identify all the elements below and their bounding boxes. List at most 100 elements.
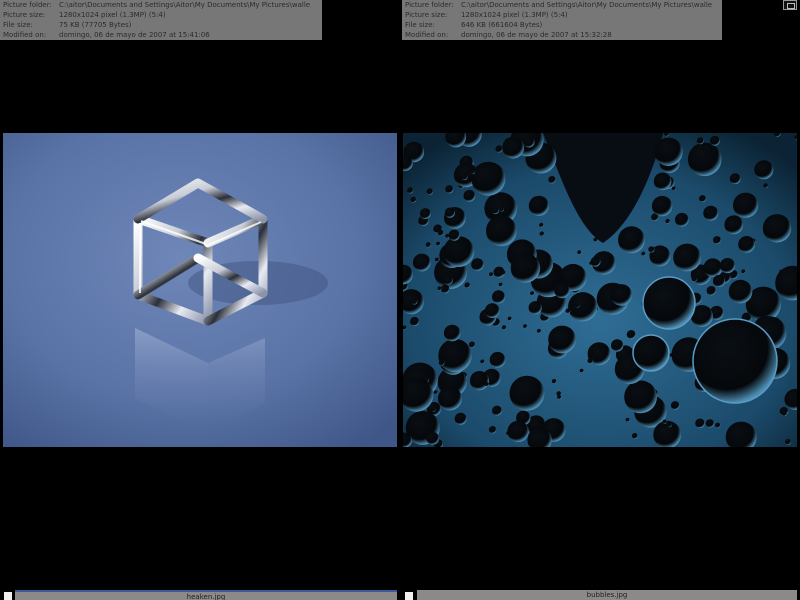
bubble <box>568 292 598 322</box>
bubble <box>471 170 475 175</box>
bubble <box>548 176 556 184</box>
bubble <box>641 251 646 256</box>
bubble <box>484 382 489 387</box>
bubble <box>763 183 769 189</box>
bubble <box>665 218 670 224</box>
bubble <box>499 206 504 212</box>
bubble <box>471 161 506 196</box>
bubble <box>654 137 683 166</box>
picture-cube[interactable] <box>3 133 397 447</box>
bubble <box>443 275 453 285</box>
bubble <box>705 419 715 428</box>
info-row: Picture folder: C:\aitor\Documents and S… <box>405 0 722 10</box>
bubble <box>762 214 792 243</box>
select-box-right[interactable] <box>405 592 413 600</box>
bubble <box>437 286 442 291</box>
info-row: Picture size: 1280x1024 pixel (1.3MP) (5… <box>405 10 722 20</box>
bubble <box>651 195 673 217</box>
bubble <box>738 236 755 253</box>
bubble <box>625 417 630 422</box>
bubble <box>510 253 541 283</box>
bubble <box>489 272 494 277</box>
bubble <box>712 274 726 288</box>
bubble <box>699 195 707 203</box>
bubble <box>662 419 667 424</box>
bubble <box>509 375 545 411</box>
bubble <box>438 359 445 366</box>
bubble <box>696 137 704 145</box>
caption-left[interactable]: heaken.jpg <box>15 590 397 600</box>
bubble <box>433 390 438 395</box>
info-label: Picture size: <box>3 11 46 19</box>
bubble <box>536 328 542 334</box>
bubble <box>464 282 471 288</box>
bubble <box>670 401 680 410</box>
caption-right[interactable]: bubbles.jpg <box>417 590 797 600</box>
window-restore-icon[interactable] <box>783 0 797 10</box>
info-value: domingo, 06 de mayo de 2007 at 15:32:28 <box>461 31 612 39</box>
bubble <box>501 270 506 275</box>
bubble <box>565 308 571 314</box>
info-panel-left: Picture folder: C:\aitor\Documents and S… <box>0 0 322 40</box>
bubble <box>410 196 417 203</box>
bubble <box>671 186 676 191</box>
bubble <box>501 325 507 330</box>
bubble <box>469 371 490 391</box>
bubble <box>715 422 721 428</box>
info-value: C:\aitor\Documents and Settings\Aitor\My… <box>461 1 713 9</box>
bubble <box>420 208 431 219</box>
bubble <box>673 243 701 272</box>
cube-image <box>3 133 397 447</box>
bubble <box>695 418 705 429</box>
bubble <box>436 241 441 246</box>
bubble <box>709 135 720 146</box>
bubble <box>425 242 431 248</box>
bubble <box>412 253 431 272</box>
bubble <box>434 257 440 262</box>
bubble <box>557 395 562 400</box>
bubble <box>624 380 657 414</box>
bubble <box>489 351 506 368</box>
info-label: Modified on: <box>3 31 47 39</box>
bubble <box>523 136 535 148</box>
bubble <box>426 432 440 445</box>
bubble <box>444 207 455 218</box>
bubble <box>653 172 672 191</box>
bubble <box>502 136 525 159</box>
bubbles-image <box>403 133 797 447</box>
bubble <box>528 195 549 216</box>
bubble <box>713 236 721 245</box>
bubble <box>610 284 633 306</box>
bubble <box>539 222 544 228</box>
bubble <box>733 192 759 218</box>
info-row: Picture folder: C:\aitor\Documents and S… <box>3 0 322 10</box>
bubble <box>407 187 414 194</box>
bubble <box>463 189 476 202</box>
bubble <box>492 405 502 416</box>
bubble <box>410 316 420 327</box>
bubble <box>486 215 517 247</box>
bubble <box>579 368 584 373</box>
info-label: Picture folder: <box>405 1 454 9</box>
info-value: 646 KB (661604 Bytes) <box>461 21 543 29</box>
bubble <box>551 379 557 384</box>
bubble <box>443 236 475 267</box>
bubble <box>691 276 698 282</box>
bubble <box>484 303 500 318</box>
picture-bubbles[interactable] <box>403 133 797 447</box>
info-row: Modified on: domingo, 06 de mayo de 2007… <box>3 30 322 40</box>
info-label: Picture folder: <box>3 1 52 9</box>
info-value: domingo, 06 de mayo de 2007 at 15:41:06 <box>59 31 210 39</box>
bubble <box>523 324 528 329</box>
bubble <box>554 282 570 299</box>
select-box-left[interactable] <box>4 592 12 600</box>
info-panel-right: Picture folder: C:\aitor\Documents and S… <box>402 0 722 40</box>
info-value: C:\aitor\Documents and Settings\Aitor\My… <box>59 1 311 9</box>
bubble <box>498 282 503 287</box>
large-bubble <box>642 276 696 330</box>
bubble <box>488 426 497 434</box>
bubble <box>431 407 436 412</box>
bubble <box>577 250 582 255</box>
bubble <box>593 237 598 242</box>
bubble <box>437 229 444 236</box>
